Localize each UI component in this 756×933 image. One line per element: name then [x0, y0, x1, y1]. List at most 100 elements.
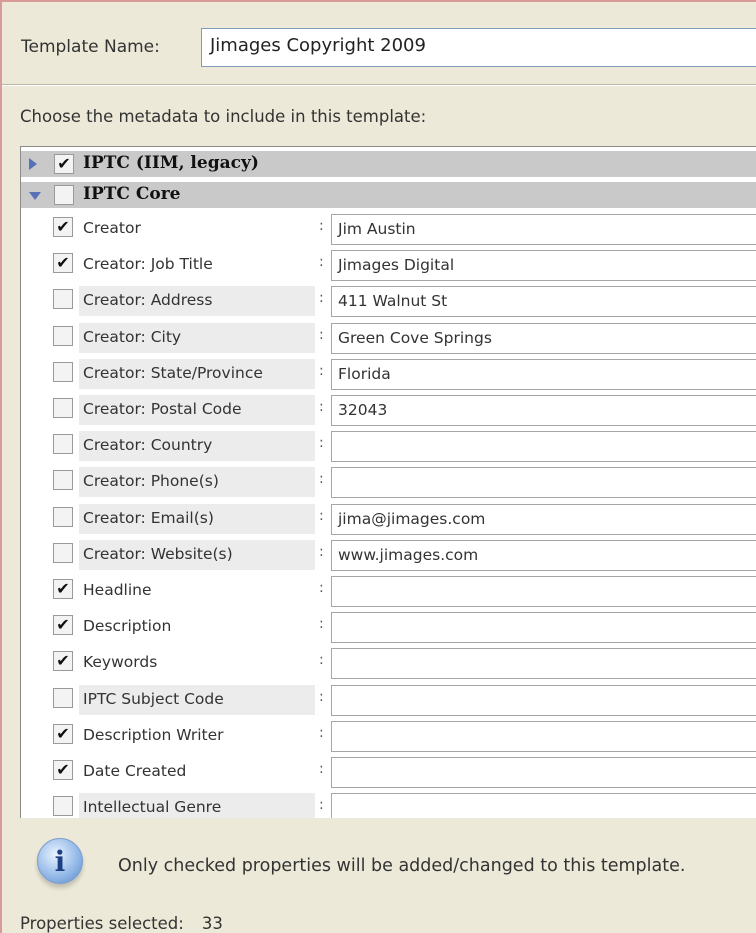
- property-separator: :: [319, 471, 324, 488]
- info-panel: i Only checked properties will be added/…: [2, 822, 756, 912]
- property-separator: :: [319, 797, 324, 814]
- property-label: Keywords: [83, 653, 158, 672]
- property-separator: :: [319, 580, 324, 596]
- property-value-field[interactable]: [331, 720, 756, 752]
- info-icon: i: [37, 838, 83, 884]
- template-name-row: Template Name: Jimages Copyright 2009: [2, 2, 756, 84]
- property-row[interactable]: Creator: Website(s): www.jimages.com: [21, 537, 756, 573]
- property-row[interactable]: Intellectual Genre:: [21, 790, 756, 818]
- property-value-field[interactable]: 411 Walnut St: [331, 286, 756, 318]
- property-checkbox[interactable]: [53, 796, 73, 817]
- property-separator: :: [319, 543, 324, 560]
- property-value-field[interactable]: Florida: [331, 358, 756, 390]
- property-value-field[interactable]: Jim Austin: [331, 214, 756, 245]
- property-checkbox[interactable]: [53, 687, 73, 708]
- property-checkbox[interactable]: [53, 434, 73, 455]
- metadata-template-dialog: Template Name: Jimages Copyright 2009 Ch…: [0, 0, 756, 933]
- group-label: IPTC (IIM, legacy): [83, 153, 259, 173]
- property-row[interactable]: IPTC Subject Code:: [21, 682, 756, 718]
- property-separator: :: [319, 724, 324, 741]
- property-label: Description Writer: [83, 725, 224, 744]
- property-value-field[interactable]: Green Cove Springs: [331, 322, 756, 354]
- template-name-input[interactable]: Jimages Copyright 2009: [201, 28, 756, 67]
- group-iptc-core[interactable]: IPTC Core: [21, 182, 756, 208]
- property-separator: :: [319, 616, 324, 633]
- property-row[interactable]: Creator: City: Green Cove Springs: [21, 320, 756, 356]
- property-label: Creator: Job Title: [83, 255, 213, 274]
- property-label: IPTC Subject Code: [79, 684, 315, 715]
- property-value-field[interactable]: [331, 467, 756, 499]
- expand-triangle-icon[interactable]: [29, 158, 37, 170]
- property-checkbox[interactable]: ✔: [53, 723, 73, 744]
- property-row[interactable]: ✔ Creator: Jim Austin: [21, 211, 756, 247]
- property-value-field[interactable]: [331, 612, 756, 644]
- property-row[interactable]: ✔ Creator: Job Title: Jimages Digital: [21, 247, 756, 283]
- property-row[interactable]: Creator: Address:411 Walnut St: [21, 283, 756, 319]
- property-value-field[interactable]: [331, 684, 756, 716]
- property-value-field[interactable]: [331, 793, 756, 818]
- property-label: Creator: State/Province: [79, 358, 315, 389]
- property-label: Headline: [83, 581, 152, 599]
- property-separator: :: [319, 435, 324, 452]
- property-value-field[interactable]: [331, 757, 756, 788]
- property-label: Creator: [83, 219, 141, 237]
- property-separator: :: [319, 362, 324, 379]
- property-checkbox[interactable]: [53, 325, 73, 346]
- property-row[interactable]: Creator: Phone(s):: [21, 464, 756, 500]
- property-checkbox[interactable]: ✔: [53, 253, 73, 274]
- property-checkbox[interactable]: ✔: [53, 579, 73, 599]
- property-label: Date Created: [83, 762, 187, 780]
- property-checkbox[interactable]: [53, 542, 73, 563]
- property-separator: :: [319, 507, 324, 524]
- property-checkbox[interactable]: [53, 506, 73, 527]
- property-checkbox[interactable]: [53, 398, 73, 418]
- property-row[interactable]: ✔ Description Writer:: [21, 718, 756, 754]
- property-separator: :: [319, 688, 324, 705]
- property-value-field[interactable]: [331, 576, 756, 607]
- property-label: Creator: Postal Code: [79, 395, 315, 425]
- group-iptc-iim[interactable]: ✔ IPTC (IIM, legacy): [21, 151, 756, 177]
- property-label: Creator: Country: [79, 431, 315, 462]
- property-value-field[interactable]: Jimages Digital: [331, 250, 756, 282]
- property-checkbox[interactable]: [53, 289, 73, 310]
- info-text: Only checked properties will be added/ch…: [118, 856, 686, 876]
- property-separator: :: [319, 761, 324, 777]
- property-separator: :: [319, 254, 324, 271]
- property-row[interactable]: ✔ Headline:: [21, 573, 756, 609]
- property-label: Creator: Address: [79, 286, 315, 317]
- divider: [2, 84, 756, 86]
- property-row[interactable]: Creator: Email(s): jima@jimages.com: [21, 501, 756, 537]
- property-separator: :: [319, 290, 324, 307]
- property-row[interactable]: ✔ Description:: [21, 609, 756, 645]
- property-value-field[interactable]: [331, 431, 756, 463]
- property-separator: :: [319, 326, 324, 343]
- property-value-field[interactable]: 32043: [331, 395, 756, 426]
- property-row[interactable]: ✔ Date Created:: [21, 754, 756, 790]
- collapse-triangle-icon[interactable]: [29, 192, 41, 200]
- property-value-field[interactable]: jima@jimages.com: [331, 503, 756, 535]
- property-label: Creator: Website(s): [79, 539, 315, 570]
- group-label: IPTC Core: [83, 184, 181, 204]
- group-checkbox[interactable]: [54, 185, 74, 205]
- template-name-label: Template Name:: [21, 37, 160, 57]
- property-checkbox[interactable]: ✔: [53, 651, 73, 672]
- property-checkbox[interactable]: [53, 361, 73, 382]
- property-row[interactable]: Creator: Country:: [21, 428, 756, 464]
- property-value-field[interactable]: www.jimages.com: [331, 539, 756, 571]
- metadata-tree[interactable]: ✔ IPTC (IIM, legacy) IPTC Core ✔ Creator:…: [20, 146, 756, 818]
- property-checkbox[interactable]: ✔: [53, 615, 73, 636]
- status-bar: Properties selected: 33: [20, 914, 223, 933]
- property-value-field[interactable]: [331, 648, 756, 680]
- property-label: Creator: Email(s): [79, 503, 315, 534]
- property-checkbox[interactable]: ✔: [53, 760, 73, 780]
- property-label: Creator: City: [79, 322, 315, 353]
- property-checkbox[interactable]: [53, 470, 73, 491]
- property-checkbox[interactable]: ✔: [53, 217, 73, 237]
- property-label: Description: [83, 617, 172, 636]
- group-checkbox[interactable]: ✔: [54, 154, 74, 174]
- property-separator: :: [319, 218, 324, 234]
- property-row[interactable]: ✔ Keywords:: [21, 645, 756, 681]
- property-separator: :: [319, 652, 324, 669]
- property-row[interactable]: Creator: State/Province: Florida: [21, 356, 756, 392]
- property-row[interactable]: Creator: Postal Code:32043: [21, 392, 756, 428]
